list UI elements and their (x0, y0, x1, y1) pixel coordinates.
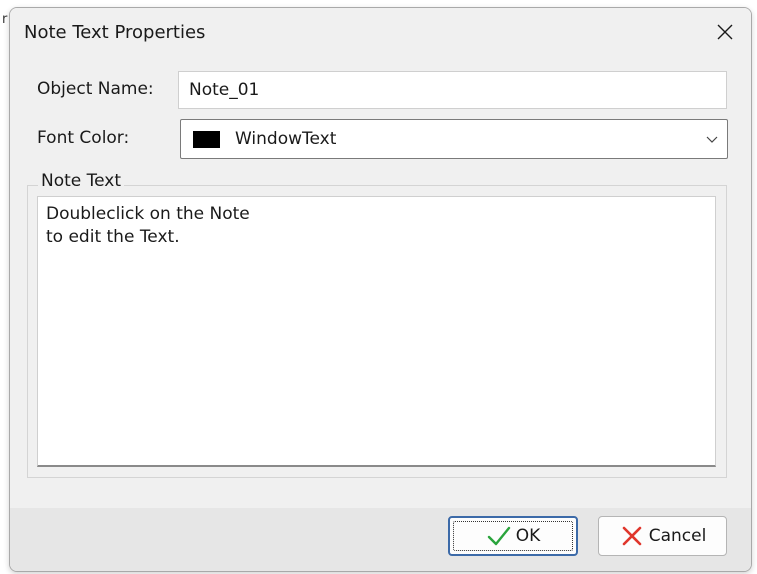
dialog-title: Note Text Properties (24, 22, 206, 43)
focus-ring (453, 521, 573, 551)
window-edge-glyph: r (2, 12, 8, 27)
color-swatch (193, 131, 220, 148)
close-button[interactable] (705, 12, 745, 52)
object-name-label: Object Name: (37, 79, 154, 99)
font-color-value: WindowText (235, 129, 337, 149)
ok-label: OK (515, 526, 541, 546)
cancel-label: Cancel (648, 526, 707, 546)
close-icon (717, 24, 733, 40)
font-color-label: Font Color: (37, 128, 130, 148)
checkmark-icon (487, 526, 510, 546)
object-name-field[interactable] (178, 71, 727, 109)
font-color-select[interactable]: WindowText (180, 119, 728, 159)
chevron-down-icon (706, 136, 718, 143)
title-bar: Note Text Properties (10, 8, 751, 58)
note-text-area[interactable]: Doubleclick on the Note to edit the Text… (37, 196, 716, 467)
cancel-button[interactable]: Cancel (598, 516, 727, 556)
ok-button[interactable]: OK (448, 516, 578, 556)
cross-icon (622, 526, 642, 546)
note-text-group-title: Note Text (38, 171, 125, 191)
